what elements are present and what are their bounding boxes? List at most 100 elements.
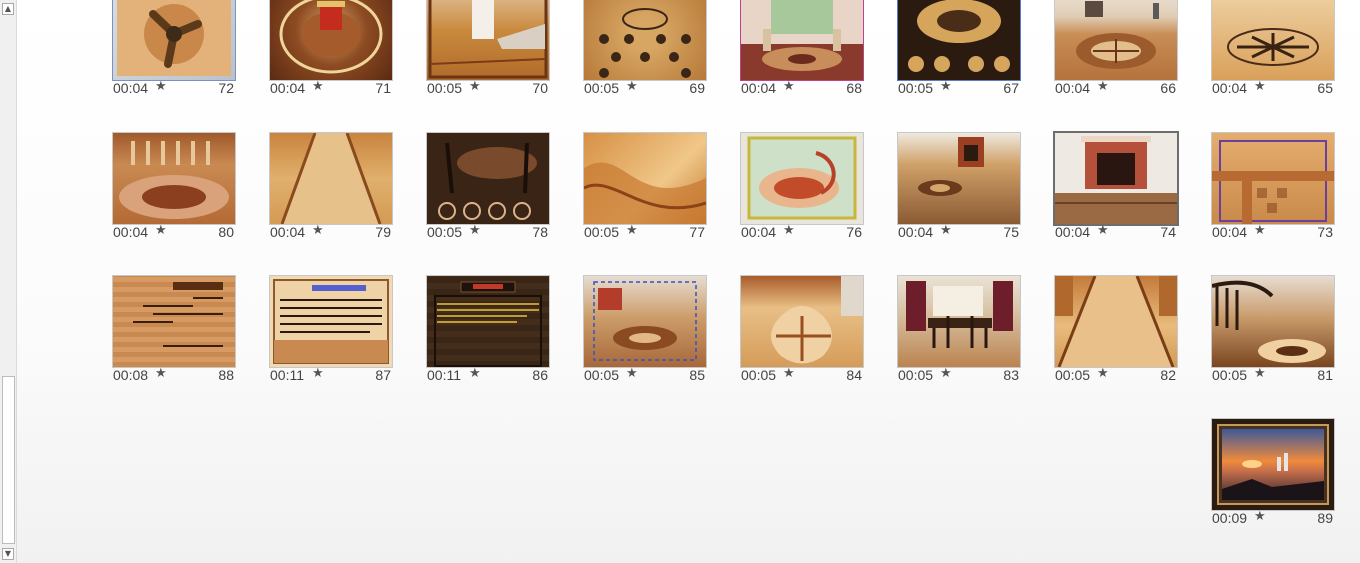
scroll-up-arrow-icon[interactable]: ▲	[2, 3, 14, 15]
slide-duration: 00:05	[741, 367, 777, 383]
slide-image	[1053, 131, 1179, 226]
star-icon: ★	[783, 79, 795, 94]
slide-number: 74	[1160, 224, 1176, 240]
slide-duration: 00:04	[741, 80, 777, 96]
star-icon: ★	[155, 366, 167, 381]
slide-thumbnail[interactable]: 00:05 ★ 83	[897, 275, 1021, 389]
slide-thumbnail[interactable]: 00:05 ★ 81	[1211, 275, 1335, 389]
slide-duration: 00:05	[584, 367, 620, 383]
slide-duration: 00:04	[1055, 80, 1091, 96]
star-icon: ★	[1097, 223, 1109, 238]
slide-image	[269, 132, 393, 225]
slide-thumbnail[interactable]: 00:04 ★ 71	[269, 0, 393, 102]
slide-duration: 00:04	[741, 224, 777, 240]
slide-thumbnail[interactable]: 00:05 ★ 77	[583, 132, 707, 246]
slide-thumbnail[interactable]: 00:11 ★ 86	[426, 275, 550, 389]
star-icon: ★	[1254, 509, 1266, 524]
slide-image	[1211, 418, 1335, 511]
slide-number: 77	[689, 224, 705, 240]
slide-image	[112, 132, 236, 225]
slide-thumbnail[interactable]: 00:05 ★ 84	[740, 275, 864, 389]
star-icon: ★	[1097, 366, 1109, 381]
slide-thumbnail[interactable]: 00:09 ★ 89	[1211, 418, 1335, 532]
slide-image	[269, 275, 393, 368]
star-icon: ★	[626, 366, 638, 381]
slide-image	[740, 275, 864, 368]
star-icon: ★	[626, 223, 638, 238]
slide-thumbnail[interactable]: 00:04 ★ 72	[112, 0, 236, 102]
slide-image	[897, 0, 1021, 81]
slide-number: 69	[689, 80, 705, 96]
star-icon: ★	[312, 366, 324, 381]
slide-image	[1211, 275, 1335, 368]
star-icon: ★	[940, 223, 952, 238]
slide-duration: 00:05	[898, 367, 934, 383]
slide-thumbnail[interactable]: 00:05 ★ 67	[897, 0, 1021, 102]
star-icon: ★	[1097, 79, 1109, 94]
slide-image	[897, 132, 1021, 225]
slide-thumbnail[interactable]: 00:04 ★ 79	[269, 132, 393, 246]
slide-image	[1054, 275, 1178, 368]
slide-duration: 00:05	[898, 80, 934, 96]
star-icon: ★	[469, 366, 481, 381]
slide-duration: 00:04	[270, 224, 306, 240]
slide-duration: 00:04	[1212, 224, 1248, 240]
slide-number: 75	[1003, 224, 1019, 240]
slide-thumbnail[interactable]: 00:05 ★ 85	[583, 275, 707, 389]
slide-thumbnail[interactable]: 00:04 ★ 80	[112, 132, 236, 246]
slide-number: 67	[1003, 80, 1019, 96]
slide-number: 68	[846, 80, 862, 96]
slide-thumbnail[interactable]: 00:11 ★ 87	[269, 275, 393, 389]
scroll-down-arrow-icon[interactable]: ▼	[2, 548, 14, 560]
slide-number: 89	[1317, 510, 1333, 526]
slide-duration: 00:05	[427, 80, 463, 96]
scrollbar-thumb[interactable]	[2, 376, 15, 544]
slide-number: 78	[532, 224, 548, 240]
slide-image	[112, 275, 236, 368]
slide-duration: 00:04	[1055, 224, 1091, 240]
slide-duration: 00:11	[427, 367, 461, 383]
slide-image	[1211, 132, 1335, 225]
slide-thumbnail[interactable]: 00:04 ★ 73	[1211, 132, 1335, 246]
slide-number: 70	[532, 80, 548, 96]
slide-image	[583, 275, 707, 368]
slide-number: 88	[218, 367, 234, 383]
slide-thumbnail[interactable]: 00:05 ★ 69	[583, 0, 707, 102]
slide-thumbnail-selected[interactable]: 00:04 ★ 74	[1053, 131, 1179, 246]
slide-thumbnail[interactable]: 00:04 ★ 65	[1211, 0, 1335, 102]
slide-image	[740, 132, 864, 225]
slide-number: 82	[1160, 367, 1176, 383]
slide-thumbnail[interactable]: 00:04 ★ 75	[897, 132, 1021, 246]
slide-number: 79	[375, 224, 391, 240]
slide-thumbnail[interactable]: 00:05 ★ 82	[1054, 275, 1178, 389]
slide-duration: 00:04	[113, 80, 149, 96]
slide-thumbnail[interactable]: 00:05 ★ 70	[426, 0, 550, 102]
slide-number: 76	[846, 224, 862, 240]
slide-number: 85	[689, 367, 705, 383]
slide-number: 86	[532, 367, 548, 383]
slide-duration: 00:05	[1212, 367, 1248, 383]
slide-duration: 00:04	[898, 224, 934, 240]
vertical-scrollbar[interactable]: ▲ ▼	[0, 0, 17, 563]
slide-thumbnail[interactable]: 00:04 ★ 76	[740, 132, 864, 246]
star-icon: ★	[1254, 366, 1266, 381]
slide-number: 65	[1317, 80, 1333, 96]
slide-image	[583, 0, 707, 81]
slide-duration: 00:09	[1212, 510, 1248, 526]
slide-thumbnail[interactable]: 00:04 ★ 66	[1054, 0, 1178, 102]
slide-number: 80	[218, 224, 234, 240]
slide-image	[426, 275, 550, 368]
slide-duration: 00:05	[427, 224, 463, 240]
slide-thumbnail[interactable]: 00:04 ★ 68	[740, 0, 864, 102]
slide-image	[583, 132, 707, 225]
star-icon: ★	[312, 223, 324, 238]
slide-image	[426, 132, 550, 225]
slide-number: 81	[1317, 367, 1333, 383]
slide-image	[269, 0, 393, 81]
star-icon: ★	[783, 366, 795, 381]
star-icon: ★	[1254, 79, 1266, 94]
slide-thumbnail[interactable]: 00:05 ★ 78	[426, 132, 550, 246]
slide-image	[112, 0, 236, 81]
slide-duration: 00:05	[584, 224, 620, 240]
slide-thumbnail[interactable]: 00:08 ★ 88	[112, 275, 236, 389]
